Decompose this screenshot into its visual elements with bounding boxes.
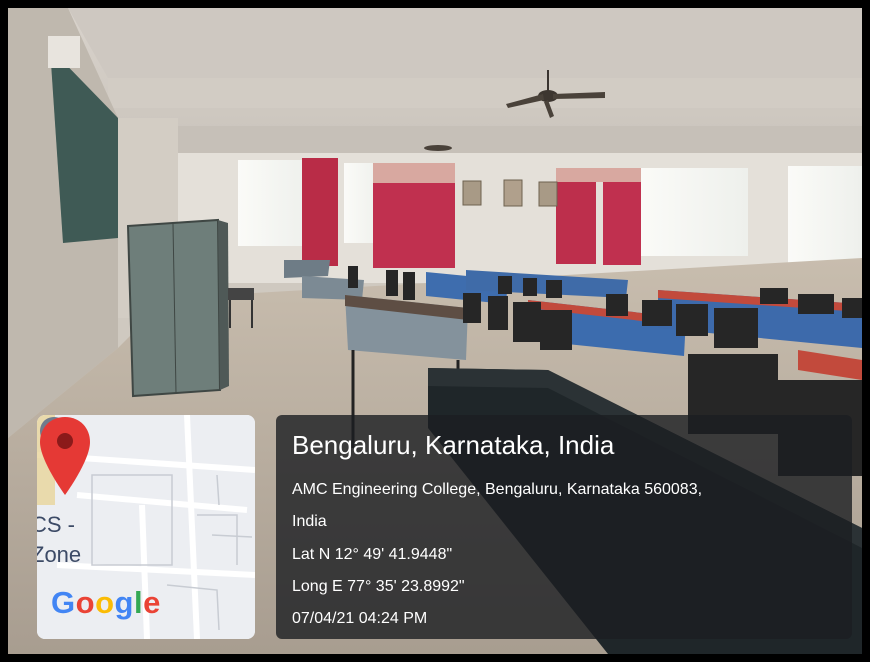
longitude-text: Long E 77° 35' 23.8992" — [292, 578, 465, 595]
location-info-panel: Bengaluru, Karnataka, India AMC Engineer… — [276, 415, 852, 639]
google-logo: Google — [51, 585, 161, 620]
map-pin-icon — [40, 417, 90, 495]
timestamp-text: 07/04/21 04:24 PM — [292, 610, 428, 627]
map-area-label: Zone — [37, 542, 82, 567]
map-thumbnail[interactable]: CS - Zone Google — [37, 415, 255, 639]
latitude-text: Lat N 12° 49' 41.9448" — [292, 546, 453, 563]
address-line: AMC Engineering College, Bengaluru, Karn… — [292, 481, 703, 498]
map-area-label: CS - — [37, 512, 75, 537]
photo-frame: CS - Zone Google Bengaluru, Karnataka, I… — [8, 8, 862, 654]
location-title: Bengaluru, Karnataka, India — [292, 430, 615, 460]
address-line: India — [292, 513, 327, 530]
